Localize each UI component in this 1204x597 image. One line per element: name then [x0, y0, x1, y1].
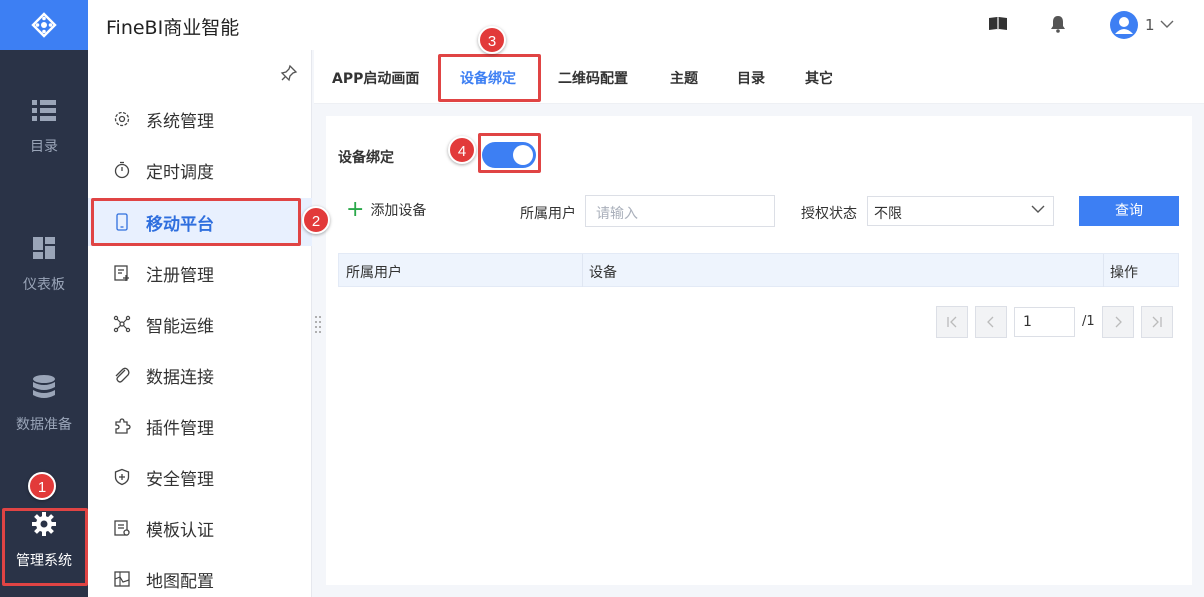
template-icon: [114, 520, 130, 536]
highlight-mobile: [91, 198, 301, 246]
rail-item-label: 数据准备: [16, 417, 72, 433]
list-icon: [32, 100, 56, 121]
device-binding-label: 设备绑定: [338, 150, 394, 166]
user-name[interactable]: 1: [1145, 16, 1155, 34]
next-page-button[interactable]: [1102, 306, 1134, 338]
step-marker-1: 1: [28, 472, 56, 500]
app-title: FineBI商业智能: [106, 17, 240, 39]
last-page-button[interactable]: [1141, 306, 1173, 338]
tab-other[interactable]: 其它: [805, 68, 833, 88]
rail-item-label: 仪表板: [23, 277, 65, 293]
rail-item-label: 目录: [30, 139, 58, 155]
sidebar-item-label: 插件管理: [146, 418, 214, 439]
chevron-right-icon: [1115, 316, 1122, 328]
logo-icon: [31, 12, 57, 38]
step-marker-3: 3: [478, 26, 506, 54]
book-icon[interactable]: [988, 15, 1008, 33]
tab-qrcode[interactable]: 二维码配置: [558, 68, 628, 88]
plus-icon: +: [346, 197, 365, 222]
secondary-sidebar: 系统管理 定时调度 移动平台 注册管理 智能运维 数据连接 插件管理 安全管理 …: [88, 50, 312, 597]
puzzle-icon: [115, 418, 131, 434]
resize-handle[interactable]: [314, 314, 322, 334]
column-header-device: 设备: [589, 265, 617, 281]
chevron-down-icon: [1031, 205, 1045, 213]
tab-theme[interactable]: 主题: [670, 68, 698, 88]
sidebar-item-label: 注册管理: [146, 265, 214, 286]
app-logo[interactable]: [0, 0, 88, 50]
highlight-admin: [2, 508, 88, 586]
column-header-user: 所属用户: [346, 265, 402, 281]
database-icon: [33, 375, 55, 398]
auth-status-select[interactable]: 不限: [867, 196, 1054, 226]
top-header: FineBI商业智能 1: [88, 0, 1204, 50]
first-page-icon: [947, 316, 957, 328]
sidebar-item-label: 数据连接: [146, 367, 214, 388]
map-icon: [114, 571, 130, 587]
last-page-icon: [1152, 316, 1162, 328]
sidebar-item-security[interactable]: 安全管理: [88, 453, 312, 501]
highlight-device-tab: [438, 54, 541, 102]
step-marker-4: 4: [448, 136, 476, 164]
settings-icon: [114, 111, 130, 127]
paperclip-icon: [115, 367, 130, 383]
sidebar-item-ops[interactable]: 智能运维: [88, 300, 312, 348]
user-filter-label: 所属用户: [520, 206, 576, 222]
rail-item-catalog[interactable]: 目录: [0, 98, 88, 156]
bell-icon[interactable]: [1050, 15, 1066, 33]
timer-icon: [114, 161, 130, 179]
column-header-actions: 操作: [1110, 265, 1138, 281]
chevron-left-icon: [987, 316, 994, 328]
user-search-input[interactable]: 请输入: [585, 195, 775, 227]
sidebar-item-map-config[interactable]: 地图配置: [88, 555, 312, 597]
sidebar-item-schedule[interactable]: 定时调度: [88, 146, 312, 194]
shield-icon: [114, 468, 130, 486]
table-header: 所属用户 设备 操作: [338, 253, 1179, 287]
network-icon: [113, 315, 131, 333]
chevron-down-icon[interactable]: [1160, 20, 1174, 29]
dashboard-icon: [33, 237, 55, 259]
sidebar-item-template-auth[interactable]: 模板认证: [88, 504, 312, 552]
tab-app-splash[interactable]: APP启动画面: [332, 68, 419, 88]
sidebar-item-label: 安全管理: [146, 469, 214, 490]
user-icon: [1115, 17, 1133, 34]
device-binding-panel: 设备绑定 + 添加设备 所属用户 请输入 授权状态 不限 查询 所属用户 设备 …: [326, 116, 1192, 585]
auth-status-label: 授权状态: [801, 206, 857, 222]
step-marker-2: 2: [302, 206, 330, 234]
add-device-button[interactable]: + 添加设备: [346, 197, 427, 222]
first-page-button[interactable]: [936, 306, 968, 338]
sidebar-item-label: 智能运维: [146, 316, 214, 337]
rail-item-data-prep[interactable]: 数据准备: [0, 374, 88, 434]
query-button[interactable]: 查询: [1079, 196, 1179, 226]
sidebar-item-system[interactable]: 系统管理: [88, 95, 312, 143]
register-icon: [114, 265, 129, 281]
sidebar-item-label: 系统管理: [146, 111, 214, 132]
auth-status-value: 不限: [874, 206, 902, 222]
pin-icon[interactable]: [280, 64, 298, 82]
page-total: /1: [1082, 314, 1095, 329]
page-number-input[interactable]: 1: [1014, 307, 1075, 337]
add-device-label: 添加设备: [370, 203, 427, 219]
sidebar-item-data-connection[interactable]: 数据连接: [88, 351, 312, 399]
sidebar-item-plugins[interactable]: 插件管理: [88, 402, 312, 450]
tab-catalog[interactable]: 目录: [737, 68, 765, 88]
sidebar-item-label: 定时调度: [146, 162, 214, 183]
highlight-toggle: [478, 133, 541, 173]
prev-page-button[interactable]: [975, 306, 1007, 338]
avatar[interactable]: [1110, 11, 1138, 39]
sidebar-item-label: 地图配置: [146, 571, 214, 592]
rail-item-dashboard[interactable]: 仪表板: [0, 236, 88, 294]
sidebar-item-register[interactable]: 注册管理: [88, 249, 312, 297]
sidebar-item-label: 模板认证: [146, 520, 214, 541]
